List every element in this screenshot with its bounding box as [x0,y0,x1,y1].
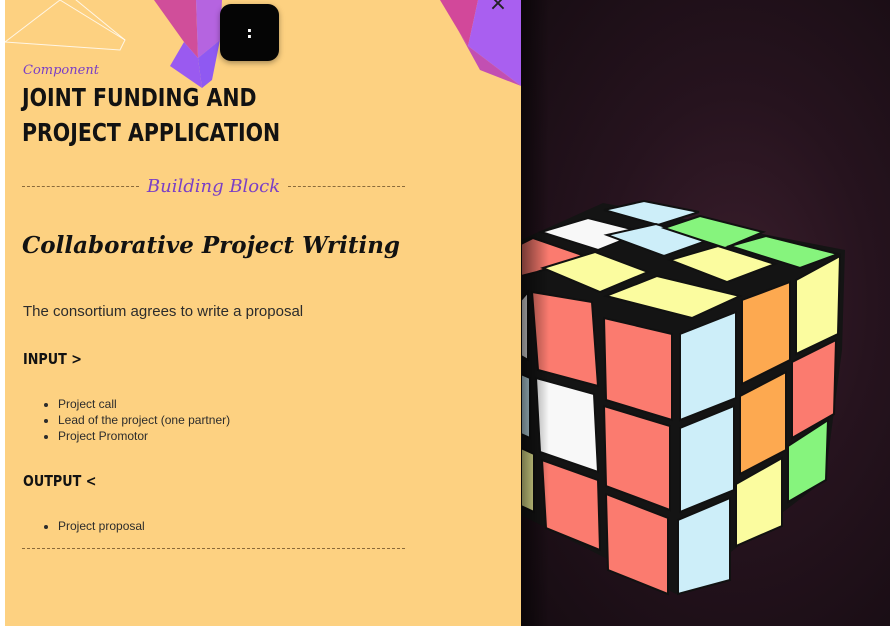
cube-scene[interactable] [521,0,890,626]
list-item: Lead of the project (one partner) [58,412,230,428]
output-label: OUTPUT < [23,472,97,490]
decorative-gem-shape [440,0,521,86]
building-block-divider: Building Block [22,172,406,200]
input-label: INPUT > [23,350,82,368]
list-item: Project proposal [58,518,145,534]
scene-edge-shadow [521,0,549,626]
list-item: Project call [58,396,230,412]
component-kicker: Component [23,63,99,78]
input-list: Project call Lead of the project (one pa… [40,396,230,444]
divider-rule-left [22,185,139,187]
rubiks-cube-illustration[interactable] [521,0,890,626]
building-block-summary: The consortium agrees to write a proposa… [23,303,304,320]
decorative-cube-shape [154,0,222,88]
divider-rule-right [288,185,406,187]
menu-button[interactable]: : [220,4,279,61]
panel-edge [0,0,5,626]
component-title: JOINT FUNDING AND PROJECT APPLICATION [22,83,281,147]
component-panel: : × Component JOINT FUNDING AND PROJECT … [0,0,521,626]
bottom-divider [22,548,405,549]
output-list: Project proposal [40,518,145,534]
list-item: Project Promotor [58,428,230,444]
building-block-heading: Collaborative Project Writing [22,232,400,259]
building-block-label: Building Block [146,175,281,197]
close-icon[interactable]: × [488,0,508,15]
